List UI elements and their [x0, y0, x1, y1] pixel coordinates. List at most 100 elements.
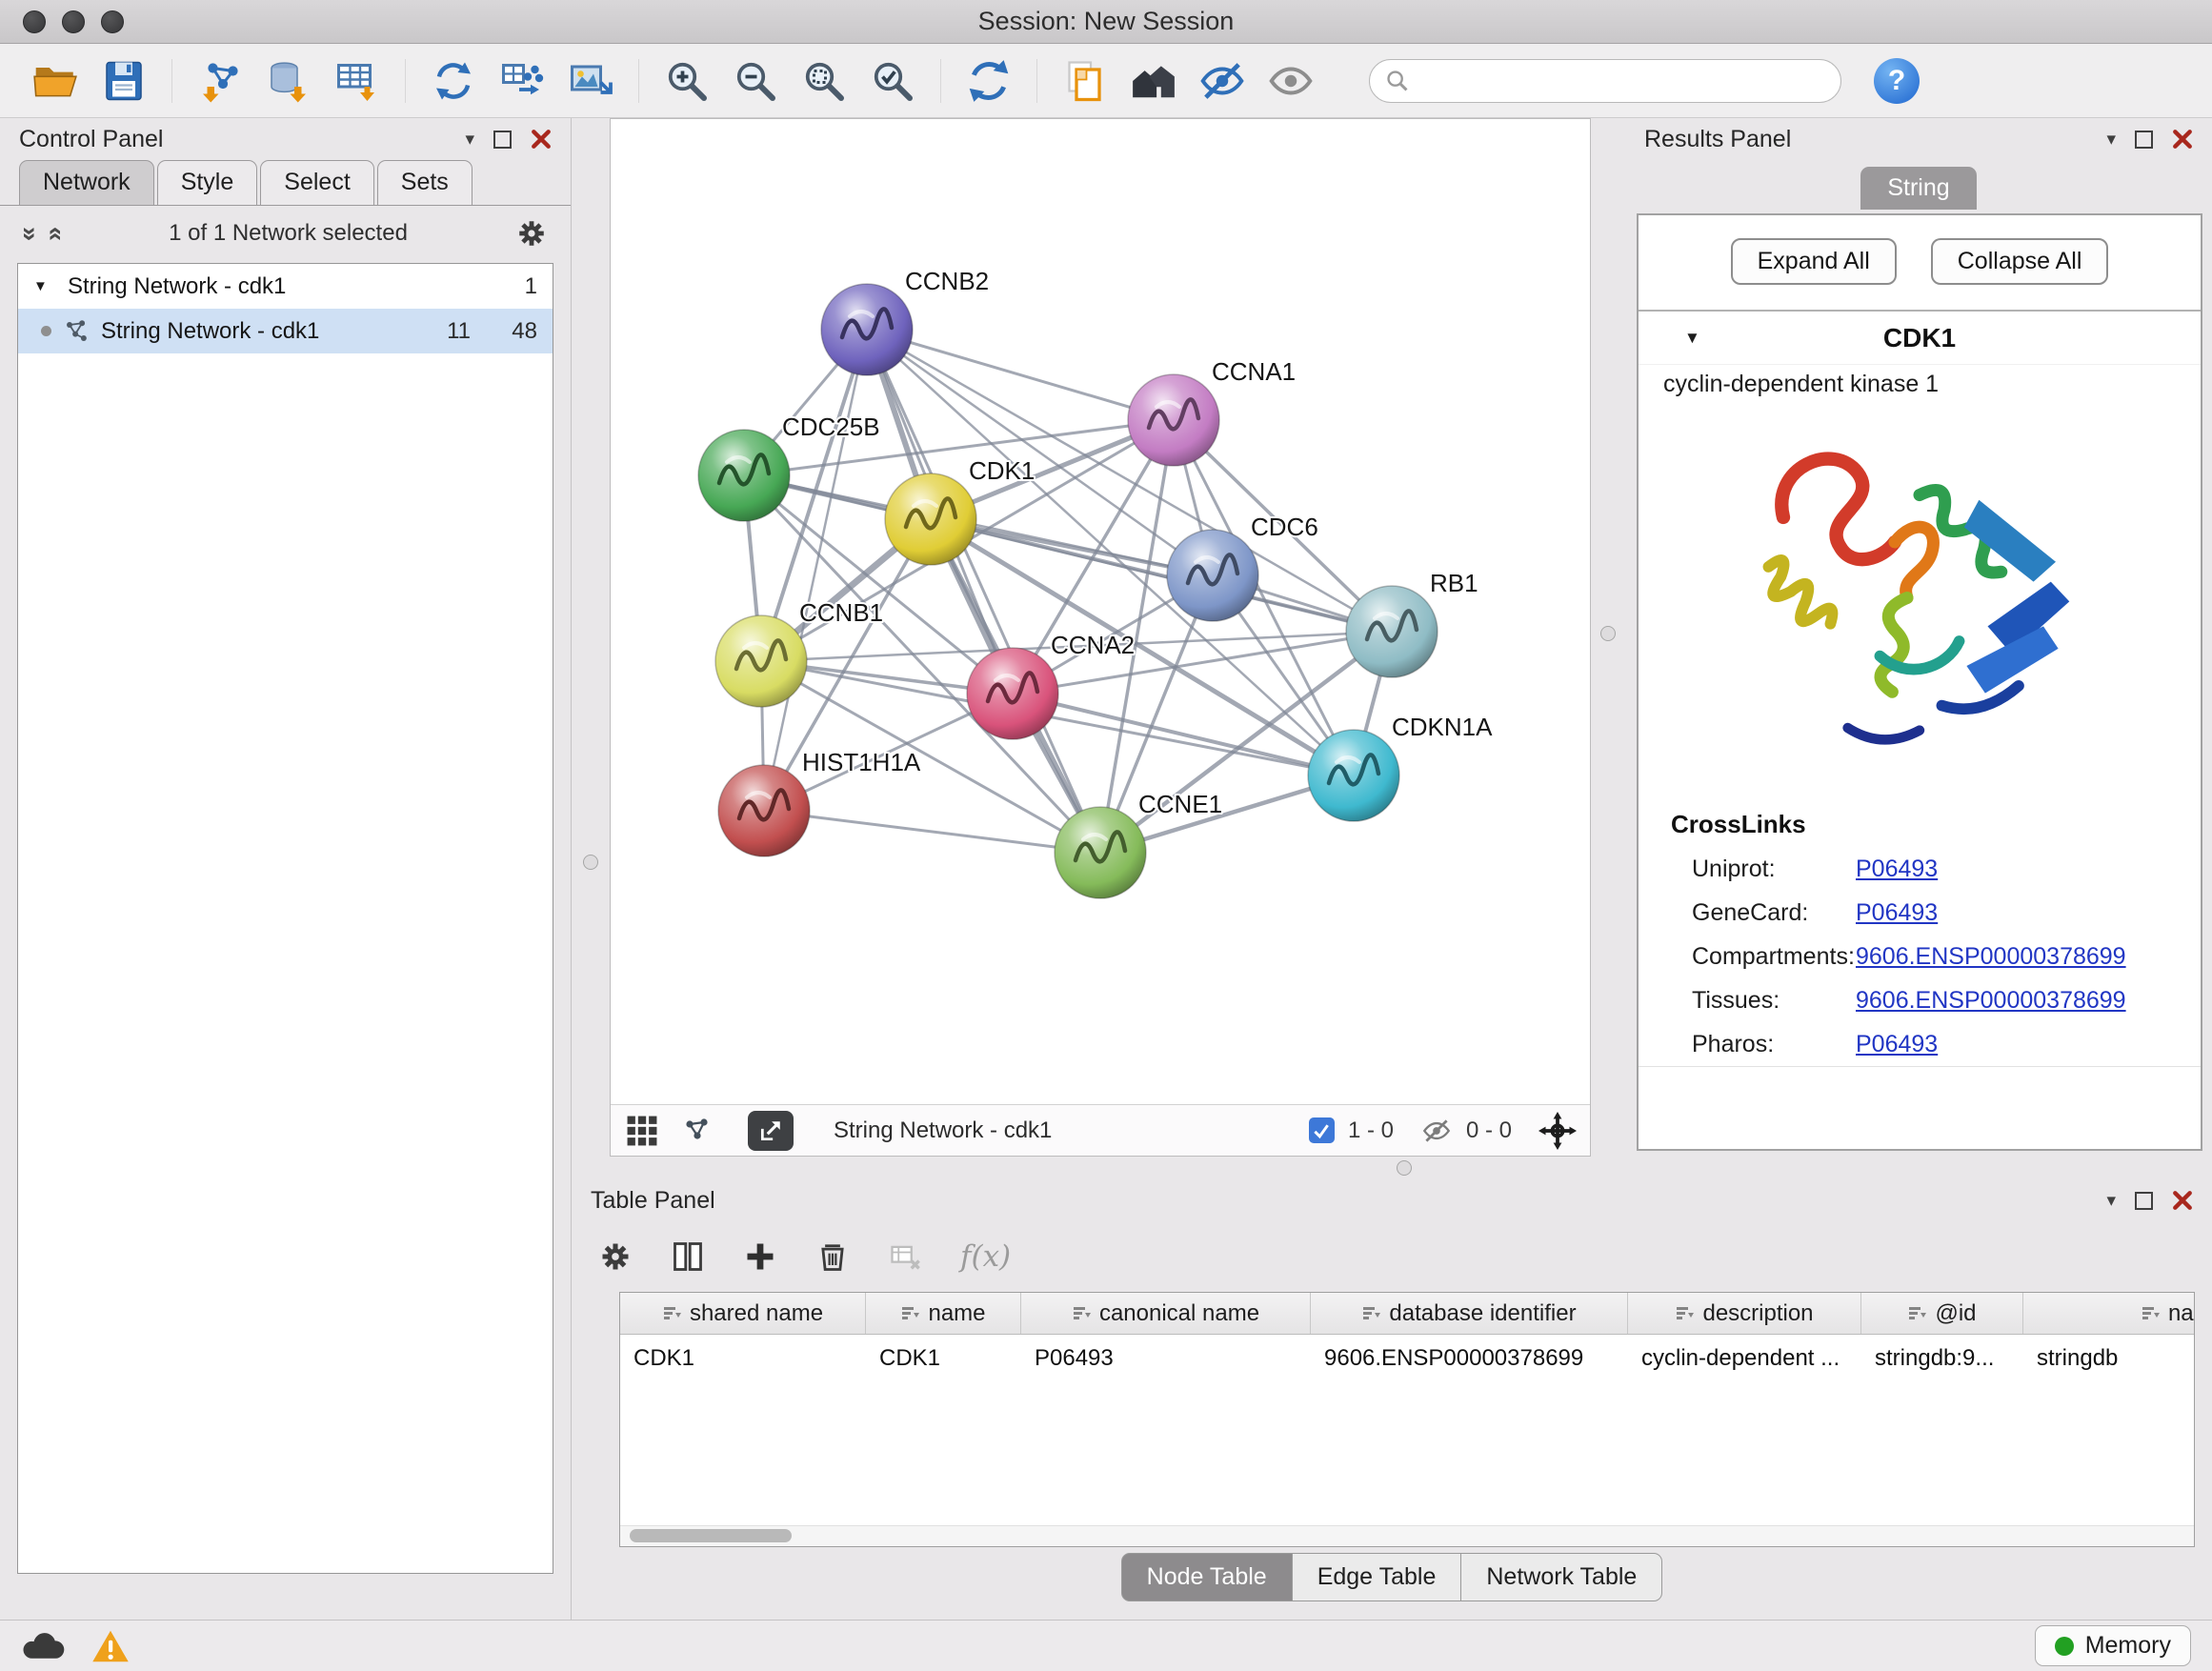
import-table-from-file-button[interactable] — [327, 50, 388, 111]
cell-database-identifier[interactable]: 9606.ENSP00000378699 — [1311, 1335, 1628, 1380]
tab-edge-table[interactable]: Edge Table — [1292, 1553, 1462, 1601]
column-header-description[interactable]: description — [1628, 1293, 1861, 1334]
warning-icon[interactable] — [91, 1628, 130, 1664]
refresh-button[interactable] — [958, 50, 1019, 111]
network-node-RB1[interactable] — [1346, 586, 1438, 677]
expand-all-networks-icon[interactable]: » — [41, 226, 67, 240]
tree-expander-icon[interactable]: ▼ — [33, 278, 56, 294]
table-options-gear-icon[interactable] — [598, 1239, 633, 1274]
network-node-CDK1[interactable] — [885, 473, 976, 565]
zoom-in-button[interactable] — [656, 50, 717, 111]
network-node-HIST1H1A[interactable] — [718, 765, 810, 856]
collapse-all-button[interactable]: Collapse All — [1931, 238, 2109, 285]
column-header-canonical-name[interactable]: canonical name — [1021, 1293, 1311, 1334]
scrollbar-thumb[interactable] — [630, 1529, 792, 1542]
add-column-icon[interactable] — [743, 1239, 777, 1274]
delete-column-trash-icon[interactable] — [815, 1239, 850, 1274]
tab-network-table[interactable]: Network Table — [1460, 1553, 1662, 1601]
cell-shared-name[interactable]: CDK1 — [620, 1335, 866, 1380]
help-button[interactable]: ? — [1874, 58, 1920, 104]
search-input[interactable] — [1419, 68, 1825, 94]
cell-namespace[interactable]: stringdb — [2023, 1335, 2195, 1380]
tab-style[interactable]: Style — [157, 160, 258, 205]
gene-section-header[interactable]: ▼ CDK1 — [1639, 312, 2201, 365]
compartments-link[interactable]: 9606.ENSP00000378699 — [1856, 943, 2126, 971]
network-collection-row[interactable]: ▼ String Network - cdk1 1 — [18, 264, 553, 309]
network-edge-CCNB2-CCNA1[interactable] — [867, 330, 1174, 420]
cell-name[interactable]: CDK1 — [866, 1335, 1021, 1380]
horizontal-splitter-handle[interactable] — [1397, 1160, 1412, 1176]
cell-id[interactable]: stringdb:9... — [1861, 1335, 2023, 1380]
maximize-panel-icon[interactable] — [2135, 131, 2153, 149]
genecard-link[interactable]: P06493 — [1856, 899, 1938, 927]
network-node-CCNA2[interactable] — [967, 648, 1058, 739]
new-network-button[interactable] — [423, 50, 484, 111]
memory-button[interactable]: Memory — [2035, 1625, 2191, 1666]
show-eye-button[interactable] — [1260, 50, 1321, 111]
network-edge-HIST1H1A-CCNE1[interactable] — [764, 811, 1100, 853]
network-view-share-button[interactable] — [675, 1111, 719, 1151]
tab-sets[interactable]: Sets — [377, 160, 473, 205]
network-node-CDKN1A[interactable] — [1308, 730, 1399, 821]
network-node-CCNE1[interactable] — [1055, 807, 1146, 898]
tissues-link[interactable]: 9606.ENSP00000378699 — [1856, 987, 2126, 1015]
float-panel-icon[interactable]: ▾ — [465, 131, 474, 149]
section-expander-icon[interactable]: ▼ — [1684, 329, 1700, 348]
import-network-from-file-button[interactable] — [190, 50, 251, 111]
network-node-CDC6[interactable] — [1167, 530, 1258, 621]
open-in-new-window-button[interactable] — [748, 1111, 794, 1151]
zoom-selected-button[interactable] — [862, 50, 923, 111]
maximize-panel-icon[interactable] — [493, 131, 512, 149]
float-panel-icon[interactable]: ▾ — [2106, 131, 2116, 149]
table-row[interactable]: CDK1 CDK1 P06493 9606.ENSP00000378699 cy… — [620, 1335, 2194, 1380]
open-session-button[interactable] — [25, 50, 86, 111]
float-panel-icon[interactable]: ▾ — [2106, 1192, 2116, 1210]
save-session-button[interactable] — [93, 50, 154, 111]
export-image-button[interactable] — [560, 50, 621, 111]
cell-description[interactable]: cyclin-dependent ... — [1628, 1335, 1861, 1380]
import-network-from-database-button[interactable] — [258, 50, 319, 111]
close-panel-icon[interactable] — [531, 129, 552, 150]
maximize-panel-icon[interactable] — [2135, 1192, 2153, 1210]
column-header-name[interactable]: name — [866, 1293, 1021, 1334]
network-from-table-button[interactable] — [492, 50, 553, 111]
uniprot-link[interactable]: P06493 — [1856, 856, 1938, 883]
column-header-id[interactable]: @id — [1861, 1293, 2023, 1334]
tab-network[interactable]: Network — [19, 160, 154, 205]
zoom-window-button[interactable] — [101, 10, 124, 33]
network-edge-CCNA2-CDKN1A[interactable] — [1013, 694, 1354, 775]
network-node-CCNA1[interactable] — [1128, 374, 1219, 466]
network-node-CCNB1[interactable] — [715, 615, 807, 707]
home-view-button[interactable] — [1123, 50, 1184, 111]
column-header-shared-name[interactable]: shared name — [620, 1293, 866, 1334]
network-canvas[interactable]: CCNB2CCNA1CDC25BCDK1CDC6RB1CCNB1CCNA2CDK… — [611, 119, 1590, 1104]
tab-string[interactable]: String — [1860, 167, 1976, 210]
vertical-splitter-handle[interactable] — [1600, 626, 1616, 641]
hide-glasses-button[interactable] — [1192, 50, 1253, 111]
tab-select[interactable]: Select — [260, 160, 373, 205]
pharos-link[interactable]: P06493 — [1856, 1031, 1938, 1058]
network-edge-CCNB2-HIST1H1A[interactable] — [764, 330, 867, 811]
network-row[interactable]: String Network - cdk1 11 48 — [18, 309, 553, 353]
close-panel-icon[interactable] — [2172, 1190, 2193, 1211]
network-graph[interactable]: CCNB2CCNA1CDC25BCDK1CDC6RB1CCNB1CCNA2CDK… — [611, 119, 1590, 1104]
vertical-splitter-handle[interactable] — [583, 855, 598, 870]
cloud-icon[interactable] — [21, 1630, 65, 1662]
network-edge-CDK1-RB1[interactable] — [931, 519, 1392, 632]
function-builder-button[interactable]: f(x) — [960, 1239, 1011, 1274]
column-header-namespace[interactable]: namespace — [2023, 1293, 2195, 1334]
network-options-gear-icon[interactable] — [515, 217, 548, 250]
close-panel-icon[interactable] — [2172, 129, 2193, 150]
network-node-CDC25B[interactable] — [698, 430, 790, 521]
table-horizontal-scrollbar[interactable] — [620, 1525, 2194, 1546]
tab-node-table[interactable]: Node Table — [1121, 1553, 1293, 1601]
minimize-window-button[interactable] — [62, 10, 85, 33]
zoom-fit-button[interactable] — [794, 50, 855, 111]
close-window-button[interactable] — [23, 10, 46, 33]
pan-crosshair-icon[interactable] — [1538, 1112, 1577, 1150]
column-header-database-identifier[interactable]: database identifier — [1311, 1293, 1628, 1334]
show-columns-icon[interactable] — [671, 1239, 705, 1274]
birds-eye-grid-icon[interactable] — [624, 1113, 660, 1149]
zoom-out-button[interactable] — [725, 50, 786, 111]
selected-checkbox[interactable] — [1309, 1117, 1335, 1143]
